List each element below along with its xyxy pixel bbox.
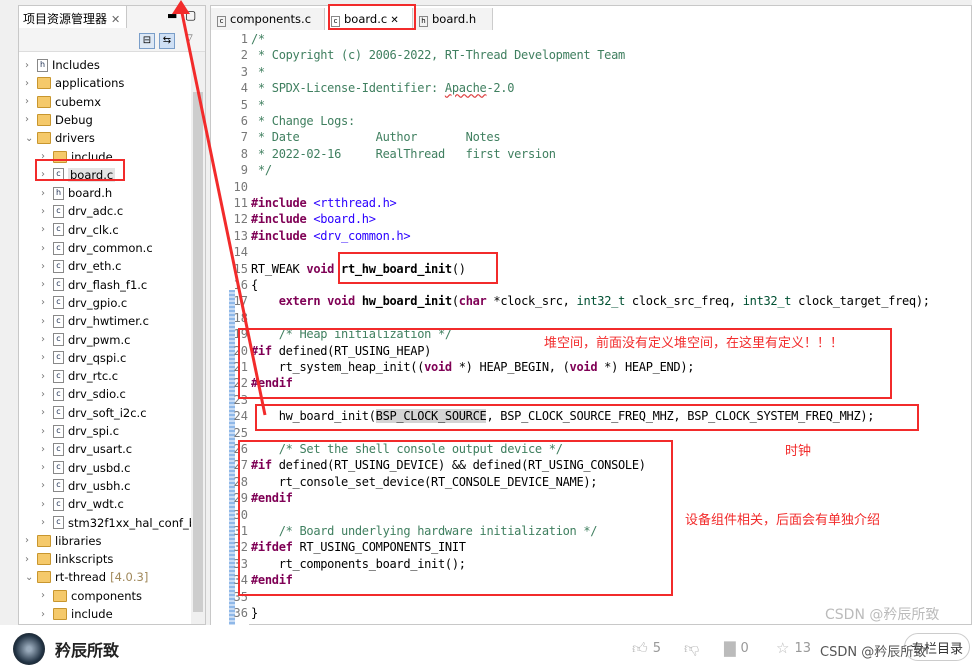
like-count: 5 [652,641,661,656]
footer-watermark: CSDN @矜辰所致 [820,645,927,660]
thumb-down-icon: 👎︎ [684,639,700,657]
thumb-up-icon: 👍︎ [632,639,648,657]
article-footer-bar: 矜辰所致 👍︎ 5 👎︎ ▇ 0 ☆ 13 专栏目录 CSDN @矜辰所致 [0,625,972,670]
like-button[interactable]: 👍︎ 5 [632,639,661,658]
favorite-count: 13 [794,640,811,656]
favorite-button[interactable]: ☆ 13 [776,639,811,657]
comment-count: 0 [740,640,749,656]
star-icon: ☆ [776,639,790,657]
dislike-button[interactable]: 👎︎ [684,639,699,658]
comment-button[interactable]: ▇ 0 [724,639,749,657]
avatar[interactable] [13,633,45,665]
comment-icon: ▇ [724,639,736,657]
annotation-arrow [172,0,267,416]
author-name[interactable]: 矜辰所致 [55,637,119,661]
